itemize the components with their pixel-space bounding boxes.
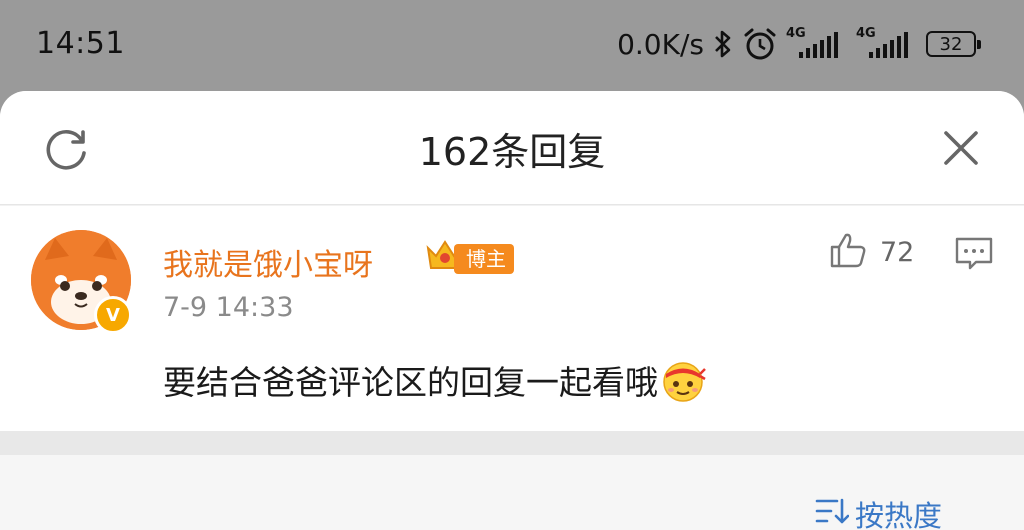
verified-badge: V [94, 296, 132, 334]
network-speed: 0.0K/s [617, 27, 704, 61]
comment-timestamp: 7-9 14:33 [163, 292, 294, 323]
signal-icon: 4G [856, 26, 918, 58]
replies-sheet: 162条回复 V 我就是饿小宝呀 博主 7-9 14:33 72 要结合爸爸评论… [0, 91, 1024, 530]
status-time: 14:51 [36, 26, 125, 61]
thumbs-up-icon [828, 230, 868, 274]
comment-content: 要结合爸爸评论区的回复一起看哦 [163, 356, 706, 404]
comment-username[interactable]: 我就是饿小宝呀 [163, 240, 373, 284]
author-badge: 博主 [454, 244, 514, 274]
status-icons: 0.0K/s 4G 4G 32 [617, 24, 981, 64]
comment-text: 要结合爸爸评论区的回复一起看哦 [163, 363, 658, 402]
sort-by-hot-button[interactable]: 按热度 [815, 493, 942, 530]
close-icon[interactable] [942, 129, 980, 167]
battery-icon: 32 [926, 31, 981, 57]
like-count: 72 [880, 236, 915, 268]
sheet-title: 162条回复 [418, 130, 606, 174]
status-bar: 14:51 0.0K/s 4G 4G 32 [0, 0, 1024, 92]
comment-card: V 我就是饿小宝呀 博主 7-9 14:33 72 要结合爸爸评论区的回复一起看… [0, 206, 1024, 431]
sort-label: 按热度 [854, 499, 942, 530]
section-divider [0, 431, 1024, 455]
alarm-icon [742, 27, 778, 61]
bluetooth-icon [712, 28, 734, 60]
like-button[interactable]: 72 [828, 230, 914, 274]
smiley-headband-emoji-icon [660, 357, 706, 403]
reply-icon[interactable] [954, 236, 994, 272]
sort-icon [815, 496, 850, 530]
sort-bar: 按热度 [0, 455, 1024, 530]
signal-icon: 4G [786, 26, 848, 58]
sheet-header: 162条回复 [0, 91, 1024, 205]
